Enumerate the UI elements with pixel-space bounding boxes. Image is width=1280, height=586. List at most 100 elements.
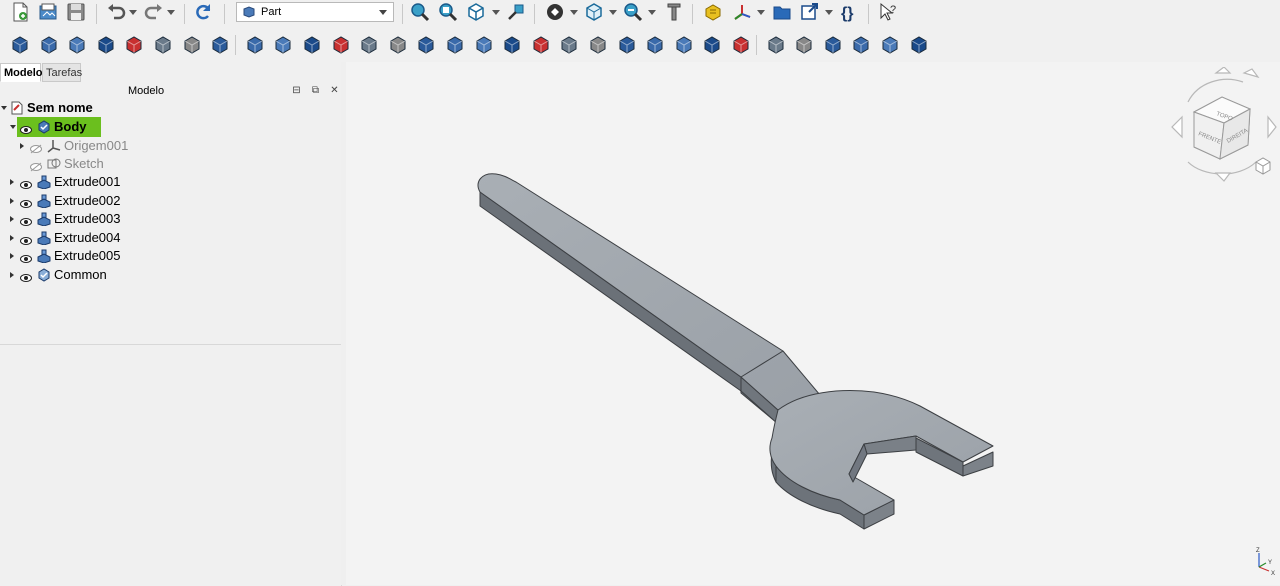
defeaturing-icon[interactable] bbox=[851, 35, 871, 55]
chevron-right-icon[interactable] bbox=[10, 253, 14, 259]
zoom-icon[interactable] bbox=[623, 2, 643, 22]
chevron-right-icon[interactable] bbox=[10, 235, 14, 241]
fuse-icon[interactable] bbox=[766, 35, 786, 55]
svg-text:?: ? bbox=[890, 4, 896, 16]
tree-item-document[interactable]: Sem nome bbox=[0, 99, 346, 117]
refresh-icon[interactable] bbox=[193, 2, 213, 22]
chevron-right-icon[interactable] bbox=[10, 272, 14, 278]
cylinder-icon[interactable] bbox=[39, 35, 59, 55]
compound-icon[interactable] bbox=[674, 35, 694, 55]
loft-icon[interactable] bbox=[445, 35, 465, 55]
select-bounds-icon[interactable] bbox=[506, 2, 526, 22]
folder-icon[interactable] bbox=[772, 2, 792, 22]
tree-item-origin[interactable]: Origem001 bbox=[0, 137, 346, 155]
common-icon[interactable] bbox=[794, 35, 814, 55]
tree-item-label: Extrude001 bbox=[54, 174, 121, 189]
sphere-icon[interactable] bbox=[67, 35, 87, 55]
tree-item-body[interactable]: Body bbox=[0, 117, 346, 137]
eye-hidden-icon[interactable] bbox=[30, 159, 42, 172]
new-document-icon[interactable] bbox=[10, 2, 30, 22]
collapse-icon[interactable]: ⊟ bbox=[290, 84, 303, 97]
cube-icon[interactable] bbox=[10, 35, 30, 55]
offset-icon[interactable] bbox=[559, 35, 579, 55]
eye-icon[interactable] bbox=[20, 233, 32, 245]
redo-icon[interactable] bbox=[144, 2, 164, 22]
tree-item-extrude[interactable]: Extrude003 bbox=[0, 210, 346, 228]
link-icon[interactable] bbox=[800, 2, 820, 22]
svg-text:{}: {} bbox=[841, 5, 853, 22]
fit-all-icon[interactable] bbox=[410, 2, 430, 22]
eye-hidden-icon[interactable] bbox=[30, 141, 42, 154]
projection-icon[interactable] bbox=[617, 35, 637, 55]
thickness-icon[interactable] bbox=[588, 35, 608, 55]
eye-icon[interactable] bbox=[20, 196, 32, 208]
attachment-icon[interactable] bbox=[645, 35, 665, 55]
workbench-label: Part bbox=[261, 6, 282, 18]
chevron-right-icon[interactable] bbox=[20, 143, 24, 149]
eye-icon[interactable] bbox=[20, 177, 32, 189]
tree-item-sketch[interactable]: Sketch bbox=[0, 155, 346, 173]
measure-icon[interactable] bbox=[664, 2, 684, 22]
std-views-icon[interactable] bbox=[466, 2, 486, 22]
shape-builder-icon[interactable] bbox=[210, 35, 230, 55]
eye-icon[interactable] bbox=[20, 251, 32, 263]
tree-item-extrude[interactable]: Extrude005 bbox=[0, 247, 346, 265]
mirror-icon[interactable] bbox=[302, 35, 322, 55]
boolean-icon[interactable] bbox=[702, 35, 722, 55]
chevron-down-icon[interactable] bbox=[10, 125, 16, 129]
section-icon[interactable] bbox=[502, 35, 522, 55]
chevron-down-icon[interactable] bbox=[1, 106, 7, 110]
cut-icon[interactable] bbox=[731, 35, 751, 55]
tree-item-extrude[interactable]: Extrude001 bbox=[0, 173, 346, 191]
torus-icon[interactable] bbox=[124, 35, 144, 55]
chevron-down-icon bbox=[379, 10, 387, 15]
close-icon[interactable]: ✕ bbox=[328, 84, 341, 97]
tree-item-common[interactable]: Common bbox=[0, 266, 346, 284]
property-view[interactable] bbox=[0, 344, 342, 586]
whats-this-icon[interactable]: ? bbox=[878, 2, 898, 22]
join-icon[interactable] bbox=[880, 35, 900, 55]
cross-sections-icon[interactable] bbox=[531, 35, 551, 55]
extrude-icon bbox=[37, 194, 51, 209]
float-icon[interactable]: ⧉ bbox=[309, 84, 322, 97]
make-face-icon[interactable] bbox=[388, 35, 408, 55]
navcube-menu-icon[interactable] bbox=[1255, 157, 1271, 175]
split-icon[interactable] bbox=[909, 35, 929, 55]
3d-viewport[interactable]: TOPO FRENTE DIREITA Z Y X bbox=[346, 62, 1280, 585]
open-icon[interactable] bbox=[38, 2, 58, 22]
navigation-cube[interactable]: TOPO FRENTE DIREITA bbox=[1168, 67, 1278, 182]
ruled-surface-icon[interactable] bbox=[416, 35, 436, 55]
eye-icon[interactable] bbox=[20, 122, 32, 134]
sweep-icon[interactable] bbox=[474, 35, 494, 55]
part-icon[interactable] bbox=[703, 2, 723, 22]
model-canvas[interactable] bbox=[346, 62, 1280, 585]
tree-item-extrude[interactable]: Extrude004 bbox=[0, 229, 346, 247]
common-icon bbox=[37, 268, 51, 282]
chevron-right-icon[interactable] bbox=[10, 198, 14, 204]
tree-item-extrude[interactable]: Extrude002 bbox=[0, 192, 346, 210]
box-view-icon[interactable] bbox=[584, 2, 604, 22]
eye-icon[interactable] bbox=[20, 214, 32, 226]
extrude-icon[interactable] bbox=[245, 35, 265, 55]
chevron-right-icon[interactable] bbox=[10, 216, 14, 222]
undo-icon[interactable] bbox=[106, 2, 126, 22]
tree-item-label: Sketch bbox=[64, 156, 104, 171]
tab-tarefas[interactable]: Tarefas bbox=[42, 63, 82, 82]
eye-icon[interactable] bbox=[20, 270, 32, 282]
tab-modelo[interactable]: Modelo bbox=[0, 63, 43, 82]
fillet-icon[interactable] bbox=[331, 35, 351, 55]
chevron-right-icon[interactable] bbox=[10, 179, 14, 185]
chamfer-icon[interactable] bbox=[359, 35, 379, 55]
save-icon[interactable] bbox=[66, 2, 86, 22]
draw-style-icon[interactable] bbox=[545, 2, 565, 22]
fit-selection-icon[interactable] bbox=[438, 2, 458, 22]
check-geometry-icon[interactable] bbox=[823, 35, 843, 55]
revolve-icon[interactable] bbox=[273, 35, 293, 55]
cone-icon[interactable] bbox=[96, 35, 116, 55]
wrench-model[interactable] bbox=[477, 173, 994, 530]
braces-icon[interactable]: {} bbox=[840, 2, 860, 22]
primitives-icon[interactable] bbox=[182, 35, 202, 55]
tube-icon[interactable] bbox=[153, 35, 173, 55]
origin-icon[interactable] bbox=[732, 2, 752, 22]
workbench-selector[interactable]: Part bbox=[236, 2, 394, 22]
